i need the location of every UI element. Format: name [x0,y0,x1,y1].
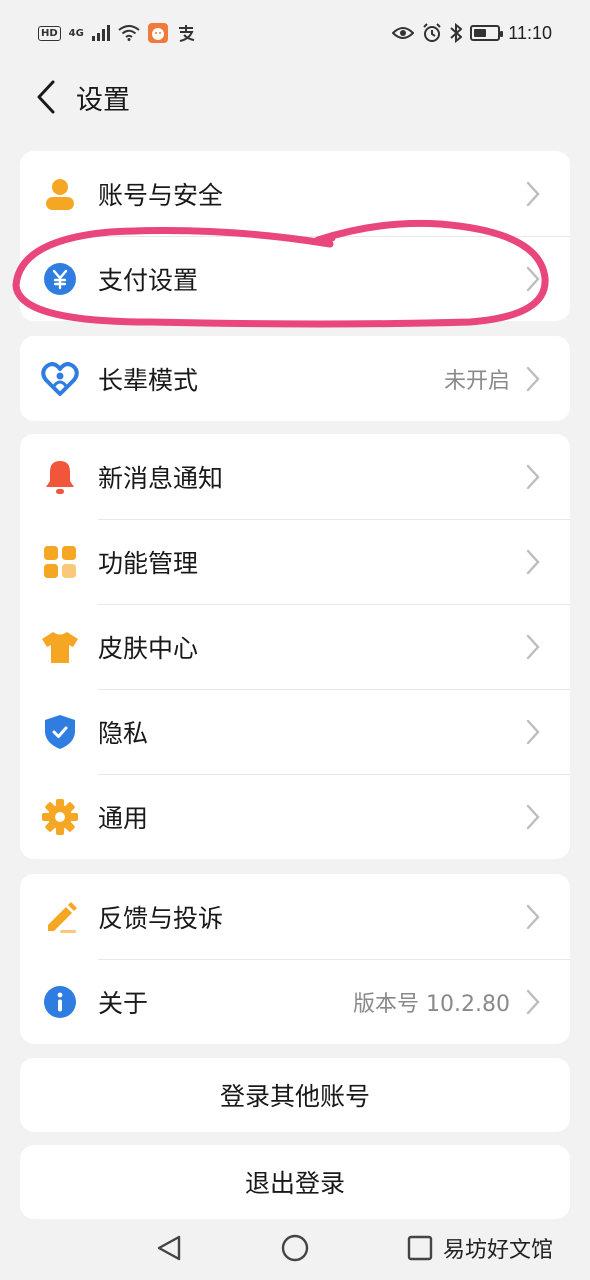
user-icon [40,174,80,214]
settings-item-label: 功能管理 [98,548,199,578]
settings-item-label: 账号与安全 [98,180,224,210]
heart-person-icon [40,359,80,399]
settings-item-about[interactable]: 关于 版本号 10.2.80 [20,959,570,1044]
settings-item-skin-center[interactable]: 皮肤中心 [20,604,570,689]
settings-group-elder: 长辈模式 未开启 [20,336,570,421]
switch-account-button[interactable]: 登录其他账号 [20,1058,570,1132]
nav-recents-button[interactable] [403,1231,437,1265]
settings-item-general[interactable]: 通用 [20,774,570,859]
version-number: 版本号 10.2.80 [353,991,510,1017]
back-button[interactable] [16,67,76,127]
pencil-icon [40,897,80,937]
battery-level [474,29,487,37]
alarm-icon [423,23,441,42]
settings-item-elder-mode[interactable]: 长辈模式 未开启 [20,336,570,421]
yuan-icon [40,259,80,299]
chevron-left-icon [37,80,55,114]
settings-item-feedback[interactable]: 反馈与投诉 [20,874,570,959]
nav-back-button[interactable] [152,1231,186,1265]
elder-mode-status: 未开启 [443,368,510,394]
square-recents-icon [407,1235,433,1261]
logout-button[interactable]: 退出登录 [20,1145,570,1219]
settings-item-privacy[interactable]: 隐私 [20,689,570,774]
settings-item-payment[interactable]: 支付设置 [20,236,570,321]
chevron-right-icon [522,462,544,492]
chevron-right-icon [522,179,544,209]
page-title: 设置 [76,84,130,116]
settings-item-notifications[interactable]: 新消息通知 [20,434,570,519]
status-bar: HD 4G 11:10 [0,0,590,66]
settings-item-label: 反馈与投诉 [98,903,224,933]
settings-item-account-security[interactable]: 账号与安全 [20,151,570,236]
status-time: 11:10 [508,22,552,43]
app-notification-icon [147,23,168,43]
status-right: 11:10 [392,23,552,44]
settings-item-label: 通用 [98,803,149,833]
settings-group-account: 账号与安全 支付设置 [20,151,570,321]
grid-icon [40,542,80,582]
header: 设置 [0,66,590,128]
settings-item-label: 长辈模式 [98,365,199,395]
screen: HD 4G 11:10 设置 账号与安全 支付设置 长辈模式 未开启 新消息通知… [0,0,590,1280]
tshirt-icon [40,627,80,667]
status-left: HD 4G [38,23,196,43]
bluetooth-icon [450,23,463,43]
settings-item-label: 关于 [98,988,149,1018]
settings-group-about: 反馈与投诉 关于 版本号 10.2.80 [20,874,570,1044]
info-icon [40,982,80,1022]
network-type: 4G [68,27,84,39]
chevron-right-icon [522,902,544,932]
bell-icon [40,457,80,497]
hd-badge: HD [38,25,61,41]
settings-item-label: 支付设置 [98,265,199,295]
circle-home-icon [281,1234,309,1262]
nav-home-button[interactable] [278,1231,312,1265]
shield-icon [40,712,80,752]
settings-item-label: 新消息通知 [98,463,224,493]
settings-item-label: 皮肤中心 [98,633,199,663]
settings-item-features[interactable]: 功能管理 [20,519,570,604]
triangle-back-icon [157,1235,181,1261]
battery-icon [470,25,504,41]
settings-item-label: 隐私 [98,718,149,748]
gear-icon [40,797,80,837]
chevron-right-icon [522,364,544,394]
chevron-right-icon [522,802,544,832]
watermark: 易坊好文馆 [443,1238,554,1263]
eye-icon [392,27,415,39]
alipay-notification-icon [178,25,195,42]
settings-group-general: 新消息通知 功能管理 皮肤中心 隐私 通用 [20,434,570,859]
wifi-icon [118,25,140,41]
chevron-right-icon [522,632,544,662]
chevron-right-icon [522,264,544,294]
chevron-right-icon [522,717,544,747]
signal-icon [91,25,110,41]
chevron-right-icon [522,987,544,1017]
chevron-right-icon [522,547,544,577]
